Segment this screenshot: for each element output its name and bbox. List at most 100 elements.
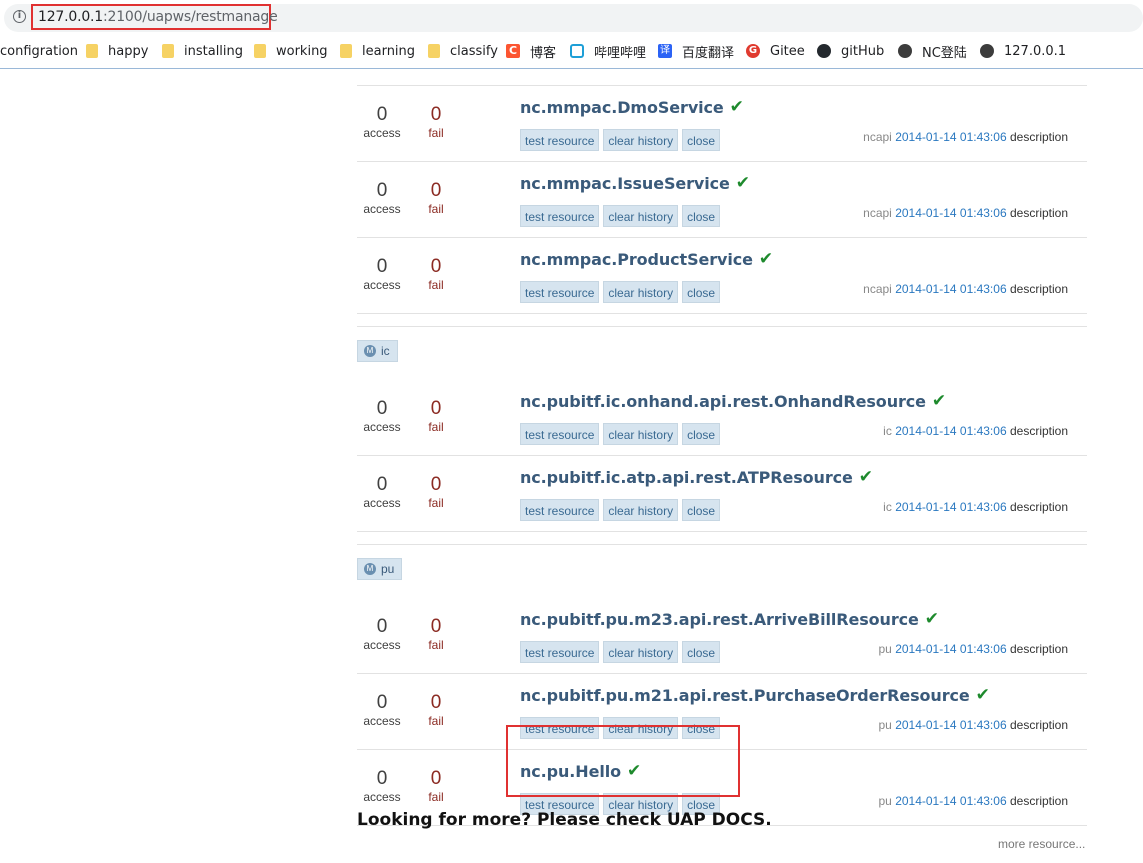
access-count: 0 access bbox=[357, 398, 407, 434]
resource-name[interactable]: nc.pubitf.ic.atp.api.rest.ATPResource ✔ bbox=[520, 467, 873, 487]
access-label: access bbox=[363, 714, 401, 728]
access-value: 0 bbox=[376, 768, 388, 789]
bookmark-10[interactable]: gitHub bbox=[817, 42, 884, 60]
description-link[interactable]: description bbox=[1010, 642, 1068, 656]
description-link[interactable]: description bbox=[1010, 500, 1068, 514]
description-link[interactable]: description bbox=[1010, 282, 1068, 296]
group-tag[interactable]: Mpu bbox=[357, 558, 403, 580]
bookmark-11[interactable]: NC登陆 bbox=[898, 42, 967, 61]
fail-value: 0 bbox=[430, 768, 442, 789]
test-resource-button[interactable]: test resource bbox=[520, 423, 600, 445]
clear-history-button[interactable]: clear history bbox=[603, 205, 679, 227]
fail-label: fail bbox=[428, 278, 444, 292]
fail-count: 0 fail bbox=[411, 180, 461, 216]
access-value: 0 bbox=[376, 692, 388, 713]
folder-icon bbox=[86, 44, 98, 58]
url-text[interactable]: 127.0.0.1:2100/uapws/restmanage bbox=[38, 9, 278, 25]
close-button[interactable]: close bbox=[682, 423, 721, 445]
close-button[interactable]: close bbox=[682, 205, 721, 227]
resource-name-text: nc.mmpac.DmoService bbox=[520, 97, 724, 117]
fail-label: fail bbox=[428, 420, 444, 434]
access-label: access bbox=[363, 278, 401, 292]
test-resource-button[interactable]: test resource bbox=[520, 641, 600, 663]
more-resource-link[interactable]: more resource... bbox=[998, 837, 1085, 851]
address-bar: i 127.0.0.1:2100/uapws/restmanage bbox=[0, 0, 1143, 36]
close-button[interactable]: close bbox=[682, 281, 721, 303]
resource-name[interactable]: nc.pubitf.pu.m23.api.rest.ArriveBillReso… bbox=[520, 609, 939, 629]
check-icon: ✔ bbox=[931, 391, 947, 411]
resource-name[interactable]: nc.mmpac.IssueService ✔ bbox=[520, 173, 750, 193]
description-link[interactable]: description bbox=[1010, 718, 1068, 732]
clear-history-button[interactable]: clear history bbox=[603, 423, 679, 445]
info-icon[interactable]: i bbox=[13, 10, 26, 23]
bookmark-2[interactable]: installing bbox=[162, 42, 243, 60]
description-link[interactable]: description bbox=[1010, 206, 1068, 220]
fail-count: 0 fail bbox=[411, 104, 461, 140]
description-link[interactable]: description bbox=[1010, 794, 1068, 808]
translate-icon: 译 bbox=[658, 44, 672, 58]
description-link[interactable]: description bbox=[1010, 130, 1068, 144]
access-label: access bbox=[363, 496, 401, 510]
clear-history-button[interactable]: clear history bbox=[603, 499, 679, 521]
bookmark-9[interactable]: G Gitee bbox=[746, 42, 805, 60]
resource-owner: ncapi bbox=[863, 282, 892, 296]
bookmark-5[interactable]: classify bbox=[428, 42, 498, 60]
clear-history-button[interactable]: clear history bbox=[603, 129, 679, 151]
resource-date: 2014-01-14 01:43:06 bbox=[895, 642, 1007, 656]
fail-label: fail bbox=[428, 714, 444, 728]
resource-row: 0 access 0 fail nc.pubitf.ic.onhand.api.rest… bbox=[357, 380, 1087, 456]
bookmark-6[interactable]: C 博客 bbox=[506, 42, 556, 61]
bookmark-1[interactable]: happy bbox=[86, 42, 148, 60]
url-path: :2100/uapws/restmanage bbox=[103, 9, 278, 25]
resource-meta: pu 2014-01-14 01:43:06 description bbox=[878, 642, 1068, 656]
resource-name[interactable]: nc.pubitf.pu.m21.api.rest.PurchaseOrderR… bbox=[520, 685, 990, 705]
bookmark-8[interactable]: 译百度翻译 bbox=[658, 42, 734, 61]
bookmark-4[interactable]: learning bbox=[340, 42, 415, 60]
check-icon: ✔ bbox=[758, 249, 774, 269]
folder-icon bbox=[162, 44, 174, 58]
resource-row: 0 access 0 fail nc.mmpac.ProductService ✔ test… bbox=[357, 238, 1087, 314]
footer-title: Looking for more? Please check UAP DOCS. bbox=[357, 810, 772, 830]
bookmark-0[interactable]: configration bbox=[0, 42, 78, 60]
fail-count: 0 fail bbox=[411, 398, 461, 434]
resource-name[interactable]: nc.pubitf.ic.onhand.api.rest.OnhandResou… bbox=[520, 391, 946, 411]
github-icon bbox=[817, 44, 831, 58]
clear-history-button[interactable]: clear history bbox=[603, 281, 679, 303]
access-label: access bbox=[363, 420, 401, 434]
bookmark-3[interactable]: working bbox=[254, 42, 328, 60]
resource-name-text: nc.pubitf.pu.m23.api.rest.ArriveBillReso… bbox=[520, 609, 919, 629]
resource-name[interactable]: nc.mmpac.DmoService ✔ bbox=[520, 97, 744, 117]
resource-name-text: nc.pubitf.pu.m21.api.rest.PurchaseOrderR… bbox=[520, 685, 970, 705]
test-resource-button[interactable]: test resource bbox=[520, 129, 600, 151]
resource-name[interactable]: nc.mmpac.ProductService ✔ bbox=[520, 249, 773, 269]
fail-value: 0 bbox=[430, 180, 442, 201]
resource-actions: test resource clear history close bbox=[520, 423, 721, 445]
globe-icon bbox=[980, 44, 994, 58]
test-resource-button[interactable]: test resource bbox=[520, 281, 600, 303]
resource-name-text: nc.mmpac.ProductService bbox=[520, 249, 753, 269]
fail-count: 0 fail bbox=[411, 616, 461, 652]
access-count: 0 access bbox=[357, 692, 407, 728]
close-button[interactable]: close bbox=[682, 641, 721, 663]
bilibili-icon bbox=[570, 44, 584, 58]
group-label: ic bbox=[381, 344, 390, 358]
resource-name-text: nc.pubitf.ic.onhand.api.rest.OnhandResou… bbox=[520, 391, 926, 411]
group-tag[interactable]: Mic bbox=[357, 340, 398, 362]
url-host: 127.0.0.1 bbox=[38, 9, 103, 25]
close-button[interactable]: close bbox=[682, 499, 721, 521]
bookmark-label: gitHub bbox=[841, 43, 885, 59]
bookmark-label: working bbox=[276, 43, 328, 59]
resource-meta: ic 2014-01-14 01:43:06 description bbox=[883, 500, 1068, 514]
resource-actions: test resource clear history close bbox=[520, 129, 721, 151]
description-link[interactable]: description bbox=[1010, 424, 1068, 438]
bookmark-7[interactable]: 哔哩哔哩 bbox=[570, 42, 646, 61]
close-button[interactable]: close bbox=[682, 129, 721, 151]
resource-owner: pu bbox=[878, 718, 892, 732]
access-value: 0 bbox=[376, 616, 388, 637]
test-resource-button[interactable]: test resource bbox=[520, 205, 600, 227]
clear-history-button[interactable]: clear history bbox=[603, 641, 679, 663]
access-count: 0 access bbox=[357, 180, 407, 216]
test-resource-button[interactable]: test resource bbox=[520, 499, 600, 521]
bookmark-12[interactable]: 127.0.0.1 bbox=[980, 42, 1066, 60]
access-label: access bbox=[363, 202, 401, 216]
